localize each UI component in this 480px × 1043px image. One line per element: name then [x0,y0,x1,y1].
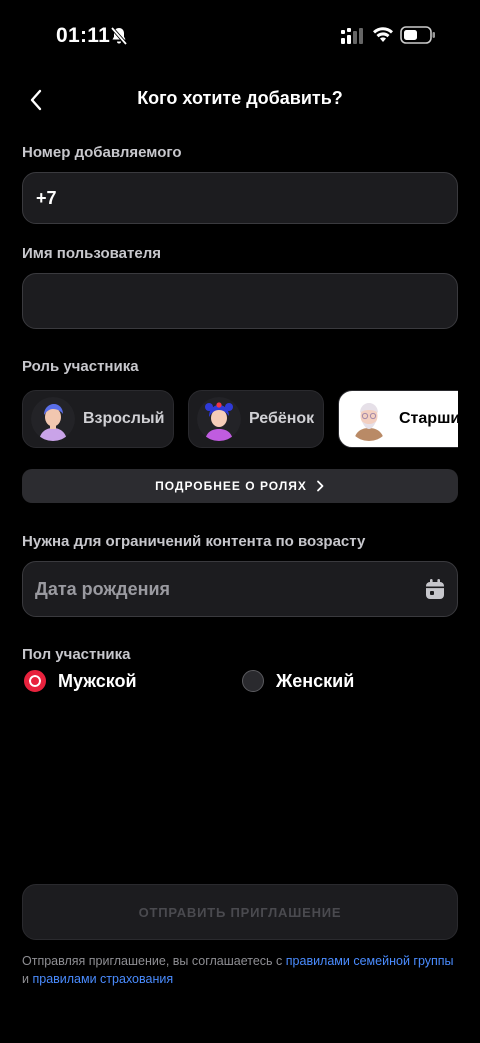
family-rules-link[interactable]: правилами семейной группы [286,954,454,968]
send-invitation-label: ОТПРАВИТЬ ПРИГЛАШЕНИЕ [138,904,342,920]
phone-input[interactable]: +7 [22,172,458,224]
gender-radio-group: Мужской Женский [22,670,458,698]
child-avatar-icon [197,397,241,441]
birth-date-placeholder: Дата рождения [35,578,171,599]
roles-info-label: ПОДРОБНЕЕ О РОЛЯХ [155,479,307,493]
legal-middle: и [22,972,33,986]
phone-input-value: +7 [36,187,57,208]
phone-label: Номер добавляемого [22,144,182,161]
role-selector: Взрослый Ребёнок Старший [22,390,458,448]
gender-option-female[interactable]: Женский [242,670,354,692]
legal-text: Отправляя приглашение, вы соглашаетесь с… [22,952,462,988]
role-card-child[interactable]: Ребёнок [188,390,324,448]
gender-label: Пол участника [22,646,131,663]
adult-avatar-icon [31,397,75,441]
wifi-icon [373,27,393,42]
role-card-label: Взрослый [83,410,165,427]
page-title: Кого хотите добавить? [137,88,343,108]
gender-option-label: Мужской [58,670,137,691]
insurance-rules-link[interactable]: правилами страхования [32,972,173,986]
role-card-label: Старший [399,410,458,427]
chevron-right-icon [316,480,324,492]
roles-info-button[interactable]: ПОДРОБНЕЕ О РОЛЯХ [22,469,458,503]
username-label: Имя пользователя [22,245,161,262]
radio-selected-icon [24,670,46,692]
birth-date-hint: Нужна для ограничений контента по возрас… [22,533,366,550]
calendar-icon [426,579,444,599]
gender-option-male[interactable]: Мужской [24,670,137,692]
signal-icon [341,28,363,44]
header: Кого хотите добавить? [0,80,480,120]
gender-option-label: Женский [276,670,355,691]
legal-prefix: Отправляя приглашение, вы соглашаетесь с [22,954,286,968]
role-card-adult[interactable]: Взрослый [22,390,174,448]
radio-unselected-icon [242,670,264,692]
status-bar: 01:11 [0,0,480,72]
birth-date-input[interactable]: Дата рождения [22,561,458,617]
senior-avatar-icon [347,397,391,441]
send-invitation-button[interactable]: ОТПРАВИТЬ ПРИГЛАШЕНИЕ [22,884,458,940]
battery-icon [400,26,435,44]
role-card-senior[interactable]: Старший [338,390,458,448]
role-label: Роль участника [22,358,139,375]
username-input[interactable] [22,273,458,329]
role-card-label: Ребёнок [249,410,315,427]
bell-off-icon [110,26,128,46]
status-time: 01:11 [56,24,111,47]
